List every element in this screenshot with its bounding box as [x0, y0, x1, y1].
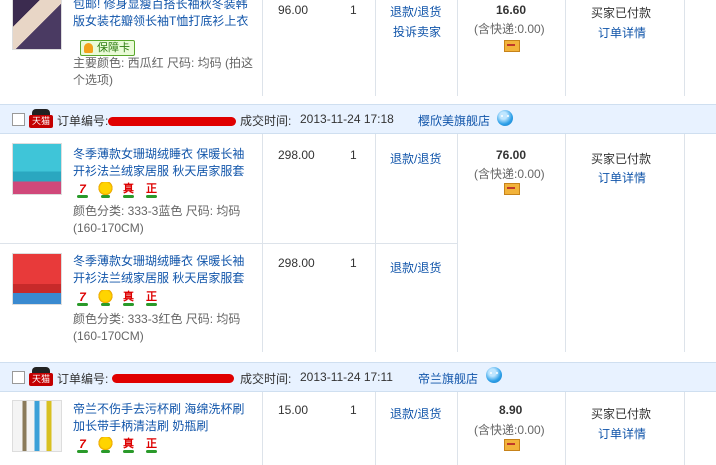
order-number-redacted	[108, 117, 236, 126]
order-select-checkbox[interactable]	[12, 371, 25, 384]
product-attributes: 颜色分类: 333-3红色 尺码: 均码(160-170CM)	[73, 312, 241, 343]
payment-card-icon[interactable]	[504, 40, 520, 52]
order-number-label: 订单编号:	[57, 114, 109, 128]
shop-name-link[interactable]: 帝兰旗舰店	[418, 370, 478, 387]
complain-seller-link[interactable]: 投诉卖家	[393, 23, 441, 40]
gold-coin-icon[interactable]	[98, 182, 113, 198]
refund-link[interactable]: 退款/退货	[390, 150, 441, 167]
order-detail-link[interactable]: 订单详情	[598, 24, 646, 41]
order-status: 买家已付款	[591, 407, 652, 421]
product-title-link[interactable]: 帝兰不伤手去污杯刷 海绵洗杯刷加长带手柄清洁刷 奶瓶刷	[73, 401, 255, 435]
shipping-fee: (含快递:0.00)	[474, 167, 545, 181]
seven-day-return-icon[interactable]: 7	[75, 437, 90, 453]
order-status: 买家已付款	[591, 6, 652, 20]
deal-time-label: 成交时间:	[240, 372, 292, 386]
authentic-icon[interactable]: 正	[144, 437, 159, 453]
service-badges: 7 真正	[75, 290, 167, 306]
tmall-icon: 天猫	[29, 367, 53, 388]
payment-card-icon[interactable]	[504, 183, 520, 195]
order-select-checkbox[interactable]	[12, 113, 25, 126]
order-total: 76.00	[496, 148, 527, 162]
order-number-label: 订单编号:	[57, 372, 109, 386]
refund-link[interactable]: 退款/退货	[390, 405, 441, 422]
gold-coin-icon[interactable]	[98, 437, 113, 453]
deal-time-label: 成交时间:	[240, 114, 292, 128]
wangwang-icon[interactable]	[486, 367, 502, 383]
quantity: 1	[350, 3, 357, 17]
quantity: 1	[350, 403, 357, 417]
genuine-icon[interactable]: 真	[121, 290, 136, 306]
quantity: 1	[350, 256, 357, 270]
order-status: 买家已付款	[591, 152, 652, 166]
product-image[interactable]	[12, 400, 62, 452]
product-title-link[interactable]: 冬季薄款女珊瑚绒睡衣 保暖长袖开衫法兰绒家居服 秋天居家服套	[73, 146, 255, 180]
product-title-link[interactable]: 冬季薄款女珊瑚绒睡衣 保暖长袖开衫法兰绒家居服 秋天居家服套	[73, 253, 255, 287]
seven-day-return-icon[interactable]: 7	[75, 182, 90, 198]
order-detail-link[interactable]: 订单详情	[598, 169, 646, 186]
product-title-link[interactable]: 包邮! 修身显瘦百搭长袖秋冬装韩版女装花瓣领长袖T恤打底衫上衣	[73, 0, 255, 30]
shipping-fee: (含快递:0.00)	[474, 22, 545, 36]
wangwang-icon[interactable]	[497, 110, 513, 126]
service-badges: 7 真正	[75, 437, 167, 453]
order-detail-link[interactable]: 订单详情	[598, 425, 646, 442]
deal-time: 2013-11-24 17:18	[300, 112, 394, 126]
order-header: 天猫 订单编号: 成交时间: 2013-11-24 17:11 帝兰旗舰店	[0, 362, 716, 392]
gold-coin-icon[interactable]	[98, 290, 113, 306]
genuine-icon[interactable]: 真	[121, 437, 136, 453]
shop-name-link[interactable]: 樱欣美旗舰店	[418, 112, 490, 129]
unit-price: 15.00	[278, 403, 309, 417]
refund-link[interactable]: 退款/退货	[390, 259, 441, 276]
refund-link[interactable]: 退款/退货	[390, 3, 441, 20]
order-number-redacted	[112, 374, 234, 383]
quantity: 1	[350, 148, 357, 162]
deal-time: 2013-11-24 17:11	[300, 370, 393, 384]
authentic-icon[interactable]: 正	[144, 290, 159, 306]
product-image[interactable]	[12, 0, 62, 50]
order-header: 天猫 订单编号: 成交时间: 2013-11-24 17:18 樱欣美旗舰店	[0, 104, 716, 134]
order-total: 16.60	[496, 3, 527, 17]
unit-price: 298.00	[278, 256, 315, 270]
guarantee-card-icon[interactable]: 保障卡	[80, 40, 135, 56]
order-total: 8.90	[499, 403, 523, 417]
unit-price: 96.00	[278, 3, 309, 17]
product-attributes: 主要颜色: 西瓜红 尺码: 均码 (拍这个选项)	[73, 56, 254, 87]
seven-day-return-icon[interactable]: 7	[75, 290, 90, 306]
genuine-icon[interactable]: 真	[121, 182, 136, 198]
service-badges: 7 真正	[75, 182, 167, 198]
product-image[interactable]	[12, 143, 62, 195]
payment-card-icon[interactable]	[504, 439, 520, 451]
shipping-fee: (含快递:0.00)	[474, 423, 545, 437]
product-image[interactable]	[12, 253, 62, 305]
unit-price: 298.00	[278, 148, 315, 162]
tmall-icon: 天猫	[29, 109, 53, 130]
authentic-icon[interactable]: 正	[144, 182, 159, 198]
product-attributes: 颜色分类: 333-3蓝色 尺码: 均码(160-170CM)	[73, 204, 241, 235]
